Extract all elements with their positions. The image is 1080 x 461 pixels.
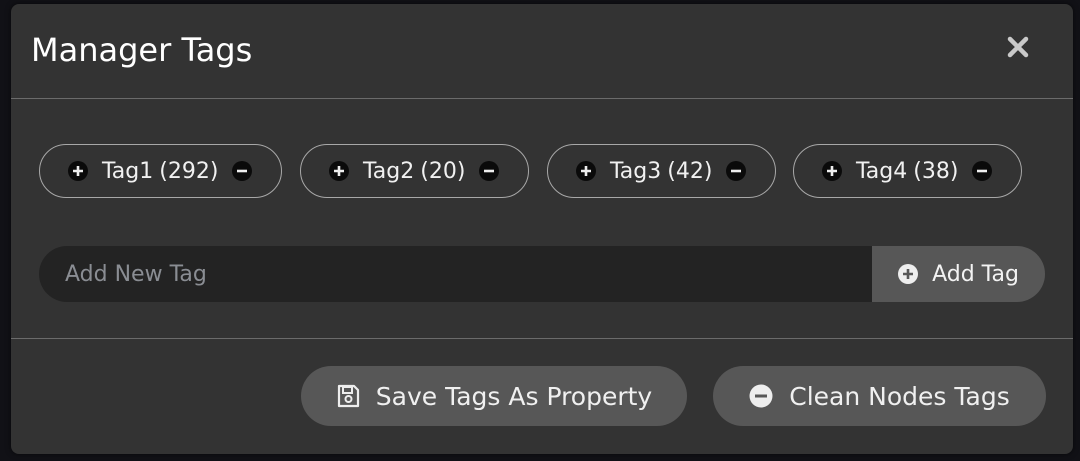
new-tag-input[interactable] [39, 246, 872, 302]
tag-pill: Tag2 (20) [300, 144, 529, 198]
minus-circle-icon[interactable] [972, 161, 993, 181]
dialog-header: Manager Tags [11, 4, 1073, 99]
plus-circle-icon [898, 264, 919, 284]
tag-pill: Tag3 (42) [547, 144, 776, 198]
save-tags-as-property-button[interactable]: Save Tags As Property [301, 366, 687, 426]
dialog-title: Manager Tags [31, 31, 253, 69]
tag-count: (38) [913, 158, 959, 184]
clean-nodes-tags-label: Clean Nodes Tags [789, 381, 1010, 411]
manage-tags-dialog: Manager Tags Tag1 (292) Tag2 (20) Tag3 (… [11, 4, 1073, 454]
add-tag-group: Add Tag [39, 246, 1045, 302]
plus-circle-icon[interactable] [576, 161, 596, 181]
close-icon[interactable] [1003, 32, 1033, 62]
save-tags-label: Save Tags As Property [375, 381, 653, 411]
tag-name: Tag2 [363, 158, 415, 184]
add-tag-button[interactable]: Add Tag [872, 246, 1045, 302]
tag-name: Tag4 [856, 158, 908, 184]
tag-count: (42) [667, 158, 713, 184]
minus-circle-icon [749, 384, 773, 408]
tag-pill: Tag4 (38) [793, 144, 1022, 198]
minus-circle-icon[interactable] [232, 161, 253, 181]
plus-circle-icon[interactable] [822, 161, 842, 181]
tag-count: (20) [420, 158, 466, 184]
footer-divider [11, 338, 1073, 339]
tag-pill: Tag1 (292) [39, 144, 282, 198]
tag-name: Tag3 [610, 158, 662, 184]
add-tag-label: Add Tag [932, 261, 1019, 287]
floppy-disk-icon [336, 384, 360, 408]
plus-circle-icon[interactable] [68, 161, 88, 181]
minus-circle-icon[interactable] [726, 161, 747, 181]
tag-name: Tag1 [102, 158, 154, 184]
minus-circle-icon[interactable] [479, 161, 500, 181]
plus-circle-icon[interactable] [329, 161, 349, 181]
tag-count: (292) [159, 158, 219, 184]
clean-nodes-tags-button[interactable]: Clean Nodes Tags [713, 366, 1046, 426]
